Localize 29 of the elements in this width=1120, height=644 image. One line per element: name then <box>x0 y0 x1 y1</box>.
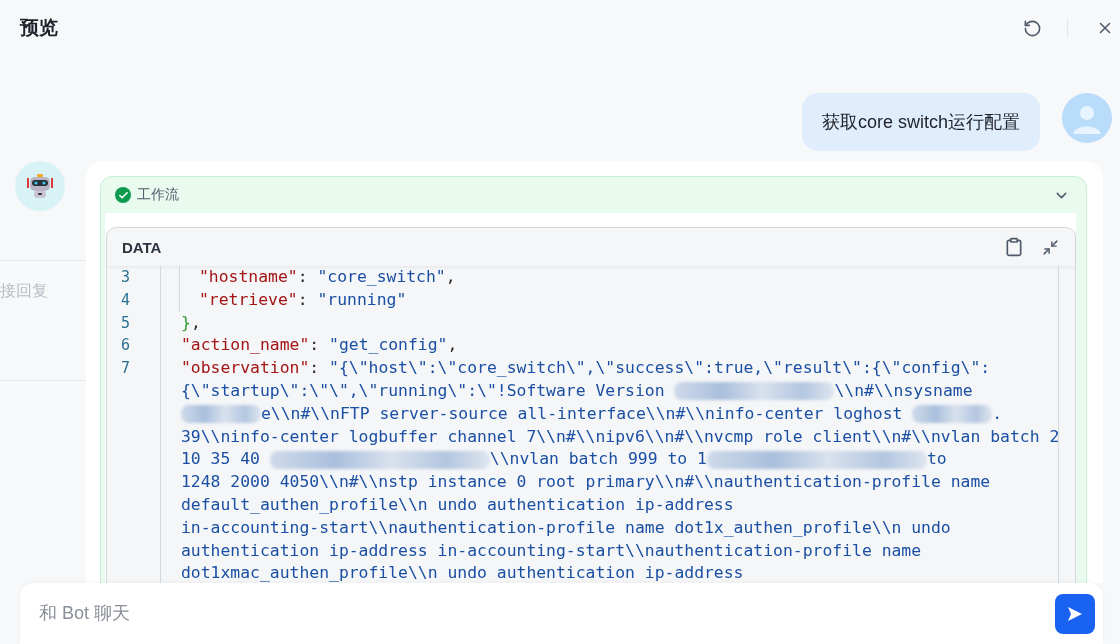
code-line: default_authen_profile\\n undo authentication ip-address <box>180 493 734 516</box>
code-line: "retrieve": "running" <box>179 288 407 312</box>
code-line: dot1xmac_authen_profile\\n undo authentication ip-address <box>180 562 744 583</box>
code-line: 1248 2000 4050\\n#\\nstp instance 0 root primary\\n#\\nauthentication-profile name <box>180 471 991 494</box>
code-line: in-accounting-start\\nauthentication-profile name dot1x_authen_profile\\n undo <box>180 516 951 539</box>
code-line: authentication ip-address in-accounting-start\\nauthentication-profile name <box>180 539 922 562</box>
line-number: 5 <box>121 313 131 332</box>
workflow-title: 工作流 <box>137 186 180 204</box>
send-button[interactable] <box>1055 593 1095 634</box>
line-number: 3 <box>121 268 131 286</box>
code-line: 10 35 40 \\nvlan batch 999 to 1 to <box>180 448 947 471</box>
chat-input[interactable]: 和 Bot 聊天 <box>37 602 1055 625</box>
send-icon <box>1066 604 1084 623</box>
code-line: e\\n#\\nFTP server-source all-interface\\n#\\ninfo-center loghost . <box>180 402 1003 426</box>
code-line: "observation": "{\"host\":\"core_switch\",\"success\":true,\"result\":{\"config\": <box>180 357 991 380</box>
code-line: }, <box>180 311 201 334</box>
chat-input-bar[interactable]: 和 Bot 聊天 <box>20 583 1103 644</box>
code-panel-title: DATA <box>122 238 163 256</box>
code-line: 39\\ninfo-center logbuffer channel 7\\n#\\nipv6\\n#\\nvcmp role client\\n#\\nvlan batch 2 <box>180 425 1060 448</box>
line-number: 7 <box>121 359 131 378</box>
line-number: 4 <box>121 290 131 309</box>
user-message: 获取core switch运行配置 <box>801 93 1040 151</box>
sidebar-text: 接回复 <box>0 281 48 301</box>
code-line: {\"startup\":\"\",\"running\":\"!Software Version \\n#\\nsysname <box>180 380 973 403</box>
line-number: 6 <box>121 336 131 355</box>
dialog-title: 预览 <box>20 16 59 40</box>
code-line: "hostname": "core_switch", <box>179 266 456 289</box>
code-line: "action_name": "get_config", <box>180 334 458 357</box>
robot-icon <box>25 171 55 201</box>
